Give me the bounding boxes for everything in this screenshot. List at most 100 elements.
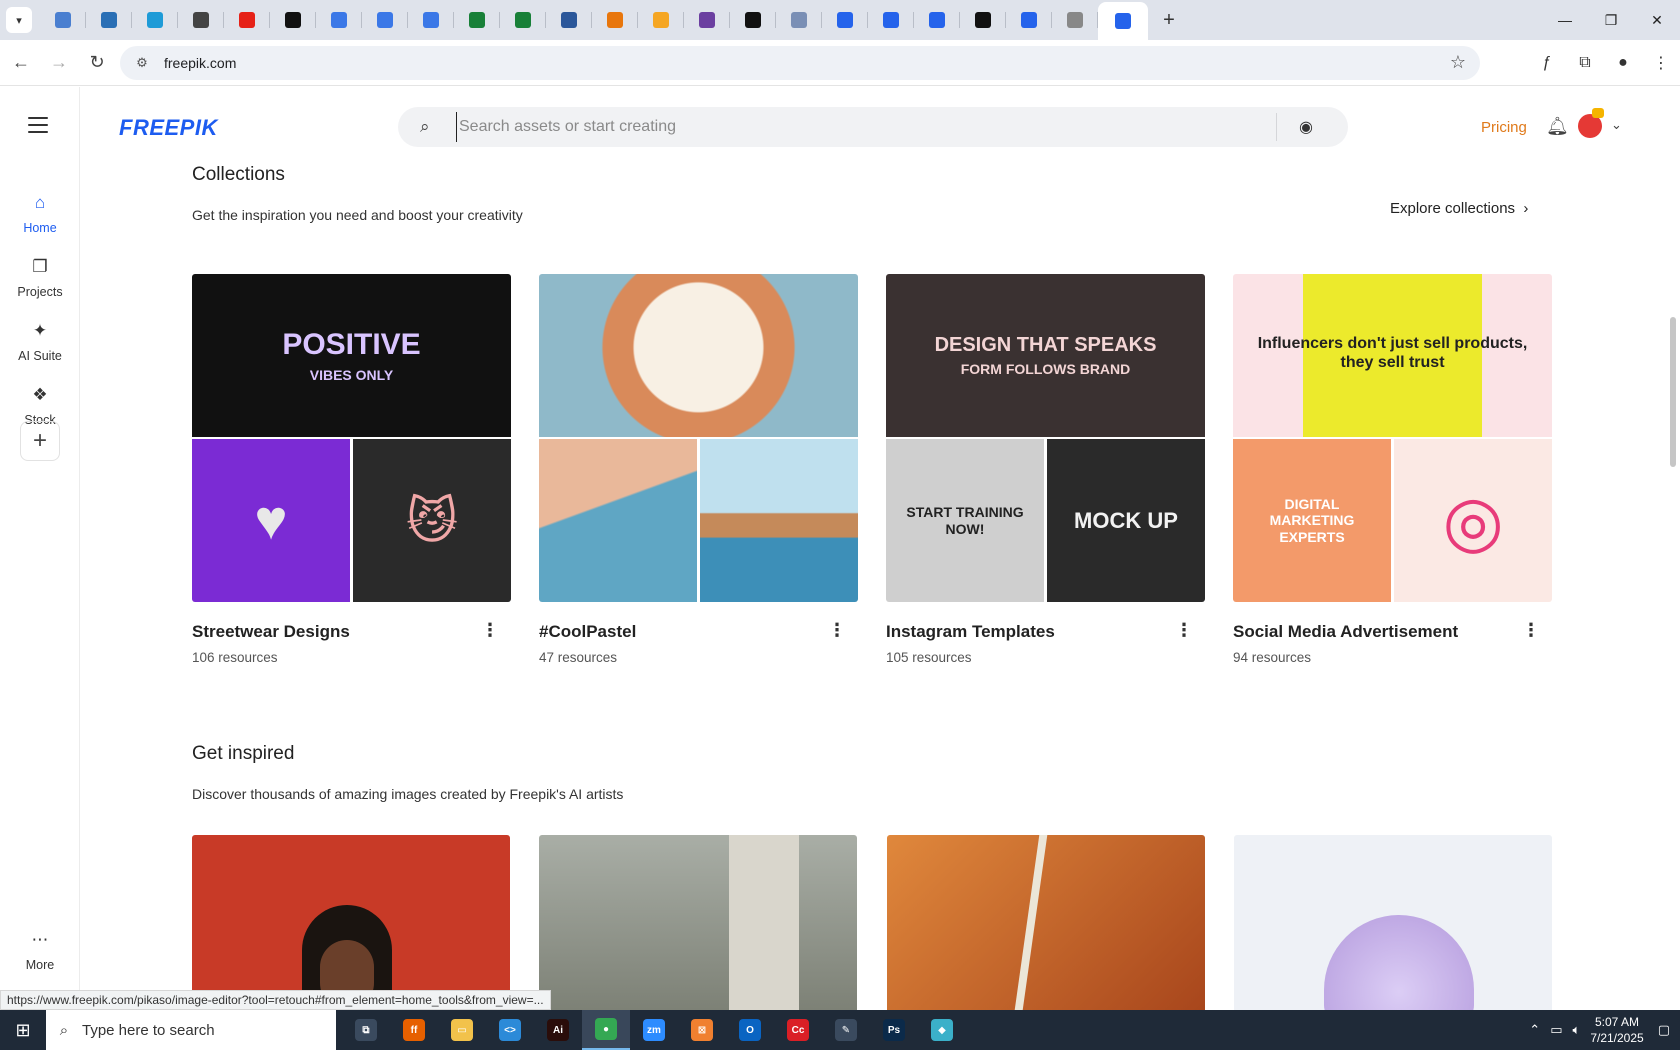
restore-icon[interactable]: ❐ <box>1588 0 1634 40</box>
network-icon[interactable]: ▭ <box>1550 1022 1562 1038</box>
browser-tab[interactable] <box>362 0 408 40</box>
explore-collections-link[interactable]: Explore collections › <box>1390 200 1528 217</box>
taskbar-app[interactable]: ✎ <box>822 1010 870 1050</box>
scrollbar-thumb[interactable] <box>1670 317 1676 467</box>
extension-f-icon[interactable]: ƒ <box>1528 46 1566 80</box>
collection-title[interactable]: #CoolPastel <box>539 622 636 642</box>
minimize-icon[interactable]: — <box>1542 0 1588 40</box>
collection-title[interactable]: Instagram Templates <box>886 622 1055 642</box>
browser-tab[interactable] <box>40 0 86 40</box>
inspired-image[interactable] <box>192 835 510 1010</box>
bell-icon[interactable]: 🔔︎ <box>1546 116 1569 137</box>
browser-tab[interactable] <box>730 0 776 40</box>
browser-tab[interactable] <box>822 0 868 40</box>
sidebar-item-projects[interactable]: ❐ Projects <box>0 257 80 299</box>
address-bar[interactable]: ⚙ freepik.com ☆ <box>120 46 1480 80</box>
kebab-menu-icon[interactable]: ⋮ <box>828 620 846 641</box>
browser-tab[interactable] <box>1006 0 1052 40</box>
sidebar-item-home[interactable]: ⌂ Home <box>0 193 80 235</box>
browser-tab[interactable] <box>960 0 1006 40</box>
chevron-down-icon[interactable]: ⌄ <box>1611 117 1622 133</box>
browser-tab[interactable] <box>546 0 592 40</box>
tab-search-button[interactable]: ▾ <box>6 7 32 33</box>
site-info-icon[interactable]: ⚙ <box>130 55 154 71</box>
collection-title[interactable]: Social Media Advertisement <box>1233 622 1458 642</box>
back-icon[interactable]: ← <box>4 46 38 80</box>
search-input[interactable] <box>456 112 1276 142</box>
browser-tab[interactable] <box>178 0 224 40</box>
browser-tab[interactable] <box>868 0 914 40</box>
projects-icon: ❐ <box>32 257 48 276</box>
close-icon[interactable]: ✕ <box>1634 0 1680 40</box>
pricing-link[interactable]: Pricing <box>1481 119 1527 136</box>
browser-tab[interactable] <box>684 0 730 40</box>
browser-menu-icon[interactable]: ⋮ <box>1642 46 1680 80</box>
kebab-menu-icon[interactable]: ⋮ <box>1175 620 1193 641</box>
freepik-logo[interactable]: FREEPIK <box>119 115 218 141</box>
clock-time: 5:07 AM <box>1594 1015 1640 1029</box>
browser-tab[interactable] <box>454 0 500 40</box>
browser-tab[interactable] <box>1098 2 1148 40</box>
reload-icon[interactable]: ↻ <box>80 46 114 80</box>
collection-thumbnail[interactable]: POSITIVE VIBES ONLY ♥ 😼 <box>192 274 511 602</box>
inspired-image[interactable] <box>1234 835 1552 1010</box>
windows-start-icon[interactable]: ⊞ <box>0 1020 46 1041</box>
chevron-up-icon[interactable]: ⌃ <box>1529 1022 1540 1038</box>
task-view-icon: ⧉ <box>355 1019 377 1041</box>
collection-card[interactable]: #CoolPastel 47 resources ⋮ <box>539 274 858 665</box>
browser-tab[interactable] <box>1052 0 1098 40</box>
page-scrollbar[interactable] <box>1666 87 1680 1010</box>
app-icon: ◆ <box>931 1019 953 1041</box>
browser-tab[interactable] <box>86 0 132 40</box>
taskbar-app[interactable]: ▭ <box>438 1010 486 1050</box>
window-controls: — ❐ ✕ <box>1542 0 1680 40</box>
collection-card[interactable]: POSITIVE VIBES ONLY ♥ 😼 Streetwear Desig… <box>192 274 511 665</box>
sidebar-item-ai-suite[interactable]: ✦ AI Suite <box>0 321 80 363</box>
browser-tab[interactable] <box>224 0 270 40</box>
taskbar-app[interactable]: zm <box>630 1010 678 1050</box>
taskbar-app[interactable]: O <box>726 1010 774 1050</box>
taskbar-app[interactable]: ⊠ <box>678 1010 726 1050</box>
notification-icon[interactable]: ▢ <box>1658 1022 1670 1038</box>
camera-icon[interactable]: ◉ <box>1277 117 1335 137</box>
kebab-menu-icon[interactable]: ⋮ <box>1522 620 1540 641</box>
browser-tab[interactable] <box>592 0 638 40</box>
taskbar-app[interactable]: Cc <box>774 1010 822 1050</box>
collection-thumbnail[interactable] <box>539 274 858 602</box>
browser-tab[interactable] <box>316 0 362 40</box>
volume-icon[interactable]: 🔈︎ <box>1573 1022 1581 1038</box>
taskbar-search[interactable]: ⌕ Type here to search <box>46 1010 336 1050</box>
browser-tab[interactable] <box>408 0 454 40</box>
browser-tab[interactable] <box>914 0 960 40</box>
browser-tab[interactable] <box>270 0 316 40</box>
profile-avatar-icon[interactable]: ● <box>1604 46 1642 80</box>
taskbar-app[interactable]: ff <box>390 1010 438 1050</box>
hamburger-menu-icon[interactable] <box>28 117 48 138</box>
add-button[interactable]: + <box>20 421 60 461</box>
collection-title[interactable]: Streetwear Designs <box>192 622 350 642</box>
collection-thumbnail[interactable]: DESIGN THAT SPEAKS FORM FOLLOWS BRAND ST… <box>886 274 1205 602</box>
taskbar-app[interactable]: ◆ <box>918 1010 966 1050</box>
extensions-puzzle-icon[interactable]: ⧉ <box>1566 46 1604 80</box>
taskbar-app[interactable]: ⧉ <box>342 1010 390 1050</box>
collection-card[interactable]: Influencers don't just sell products, th… <box>1233 274 1552 665</box>
taskbar-app[interactable]: Ai <box>534 1010 582 1050</box>
get-inspired-subtitle: Discover thousands of amazing images cre… <box>192 786 624 802</box>
collection-card[interactable]: DESIGN THAT SPEAKS FORM FOLLOWS BRAND ST… <box>886 274 1205 665</box>
bookmark-star-icon[interactable]: ☆ <box>1450 52 1466 73</box>
browser-tab[interactable] <box>500 0 546 40</box>
taskbar-app[interactable]: <> <box>486 1010 534 1050</box>
collection-thumbnail[interactable]: Influencers don't just sell products, th… <box>1233 274 1552 602</box>
inspired-image[interactable] <box>887 835 1205 1010</box>
taskbar-app[interactable]: Ps <box>870 1010 918 1050</box>
clock[interactable]: 5:07 AM 7/21/2025 <box>1590 1014 1643 1046</box>
kebab-menu-icon[interactable]: ⋮ <box>481 620 499 641</box>
browser-tab[interactable] <box>132 0 178 40</box>
sidebar-item-more[interactable]: ⋯ More <box>0 930 80 972</box>
new-tab-button[interactable]: + <box>1154 5 1184 35</box>
forward-icon[interactable]: → <box>42 46 76 80</box>
browser-tab[interactable] <box>776 0 822 40</box>
browser-tab[interactable] <box>638 0 684 40</box>
inspired-image[interactable] <box>539 835 857 1010</box>
taskbar-app[interactable]: ● <box>582 1010 630 1050</box>
